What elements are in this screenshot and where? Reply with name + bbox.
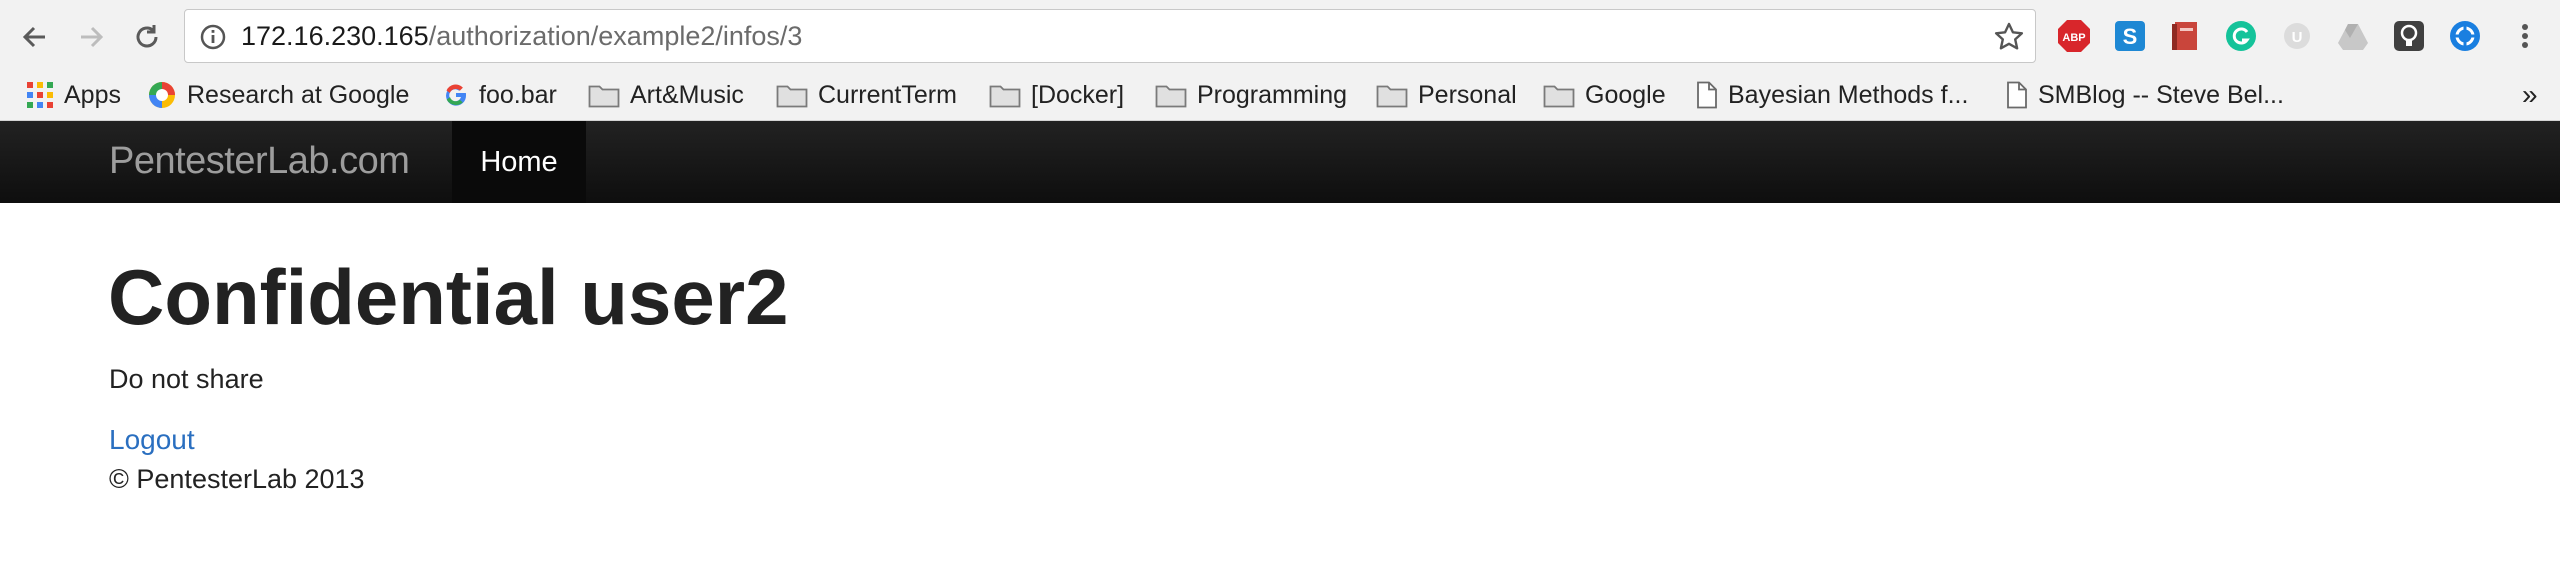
- grammarly-icon[interactable]: [2224, 19, 2258, 53]
- bookmark-label: Programming: [1197, 80, 1348, 109]
- svg-text:ABP: ABP: [2062, 32, 2085, 44]
- bookmark-label: SMBlog -- Steve Bel...: [2038, 80, 2284, 109]
- bookmark-label: foo.bar: [479, 80, 557, 109]
- bookmark-label: Research at Google: [187, 80, 410, 109]
- back-button[interactable]: [12, 14, 58, 60]
- bookmark-label: Apps: [64, 80, 121, 109]
- bookmark-research[interactable]: Research at Google: [147, 78, 409, 112]
- browser-toolbar: 172.16.230.165/authorization/example2/in…: [0, 0, 2560, 71]
- page-subtitle: Do not share: [109, 364, 264, 394]
- bookmark-smblog[interactable]: SMBlog -- Steve Bel...: [2006, 78, 2284, 112]
- site-navbar: PentesterLab.com Home: [0, 121, 2560, 203]
- folder-icon: [1155, 85, 1187, 108]
- s-extension-icon[interactable]: S: [2113, 19, 2147, 53]
- drive-icon[interactable]: [2336, 19, 2370, 53]
- address-bar[interactable]: 172.16.230.165/authorization/example2/in…: [184, 9, 2036, 63]
- bookmarks-overflow-button[interactable]: »: [2522, 78, 2538, 112]
- bookmark-personal[interactable]: Personal: [1376, 78, 1517, 112]
- bookmark-label: [Docker]: [1031, 80, 1125, 109]
- page-title: Confidential user2: [108, 253, 789, 341]
- svg-text:U: U: [2292, 29, 2303, 46]
- folder-icon: [588, 85, 620, 108]
- bookmark-artmusic[interactable]: Art&Music: [588, 78, 744, 112]
- footer-copyright: © PentesterLab 2013: [109, 464, 365, 494]
- bookmark-label: Google: [1585, 80, 1666, 109]
- bookmark-programming[interactable]: Programming: [1155, 78, 1347, 112]
- bulb-icon[interactable]: [2392, 19, 2426, 53]
- folder-icon: [1543, 85, 1575, 108]
- pinwheel-icon[interactable]: [2448, 19, 2482, 53]
- folder-icon: [989, 85, 1021, 108]
- page-icon: [1697, 81, 1717, 109]
- apps-grid-icon: [27, 82, 53, 108]
- bookmark-docker[interactable]: [Docker]: [989, 78, 1124, 112]
- page-icon: [2007, 81, 2027, 109]
- bookmark-foobar[interactable]: foo.bar: [443, 78, 557, 112]
- url-text: 172.16.230.165/authorization/example2/in…: [241, 21, 802, 52]
- info-icon[interactable]: [199, 23, 227, 51]
- bookmark-label: CurrentTerm: [818, 80, 957, 109]
- reload-button[interactable]: [124, 14, 170, 60]
- bookmark-apps[interactable]: Apps: [26, 78, 121, 112]
- bookmark-label: Personal: [1418, 80, 1517, 109]
- google-g-icon: [446, 84, 467, 106]
- bookmark-google[interactable]: Google: [1543, 78, 1666, 112]
- url-host: 172.16.230.165: [241, 21, 429, 51]
- book-icon[interactable]: [2168, 19, 2202, 53]
- brand-logo[interactable]: PentesterLab.com: [109, 140, 410, 183]
- folder-icon: [1376, 85, 1408, 108]
- bookmarks-bar: Apps Research at Google foo.bar Art&Musi…: [0, 71, 2560, 121]
- adblock-icon[interactable]: ABP: [2057, 19, 2091, 53]
- svg-text:S: S: [2123, 24, 2138, 49]
- back-arrow-icon: [22, 26, 45, 48]
- folder-icon: [776, 85, 808, 108]
- forward-button[interactable]: [68, 14, 114, 60]
- bookmark-currentterm[interactable]: CurrentTerm: [776, 78, 957, 112]
- reload-icon: [136, 25, 158, 48]
- star-icon[interactable]: [1993, 21, 2025, 53]
- bookmark-bayesian[interactable]: Bayesian Methods f...: [1696, 78, 1968, 112]
- ublock-icon[interactable]: U: [2280, 19, 2314, 53]
- menu-icon[interactable]: [2508, 19, 2542, 53]
- bookmark-label: Bayesian Methods f...: [1728, 80, 1969, 109]
- bookmark-label: Art&Music: [630, 80, 744, 109]
- research-logo-icon: [149, 82, 175, 108]
- forward-arrow-icon: [81, 26, 104, 48]
- nav-home-link[interactable]: Home: [452, 121, 586, 203]
- url-path: /authorization/example2/infos/3: [428, 21, 803, 51]
- logout-link[interactable]: Logout: [109, 424, 195, 456]
